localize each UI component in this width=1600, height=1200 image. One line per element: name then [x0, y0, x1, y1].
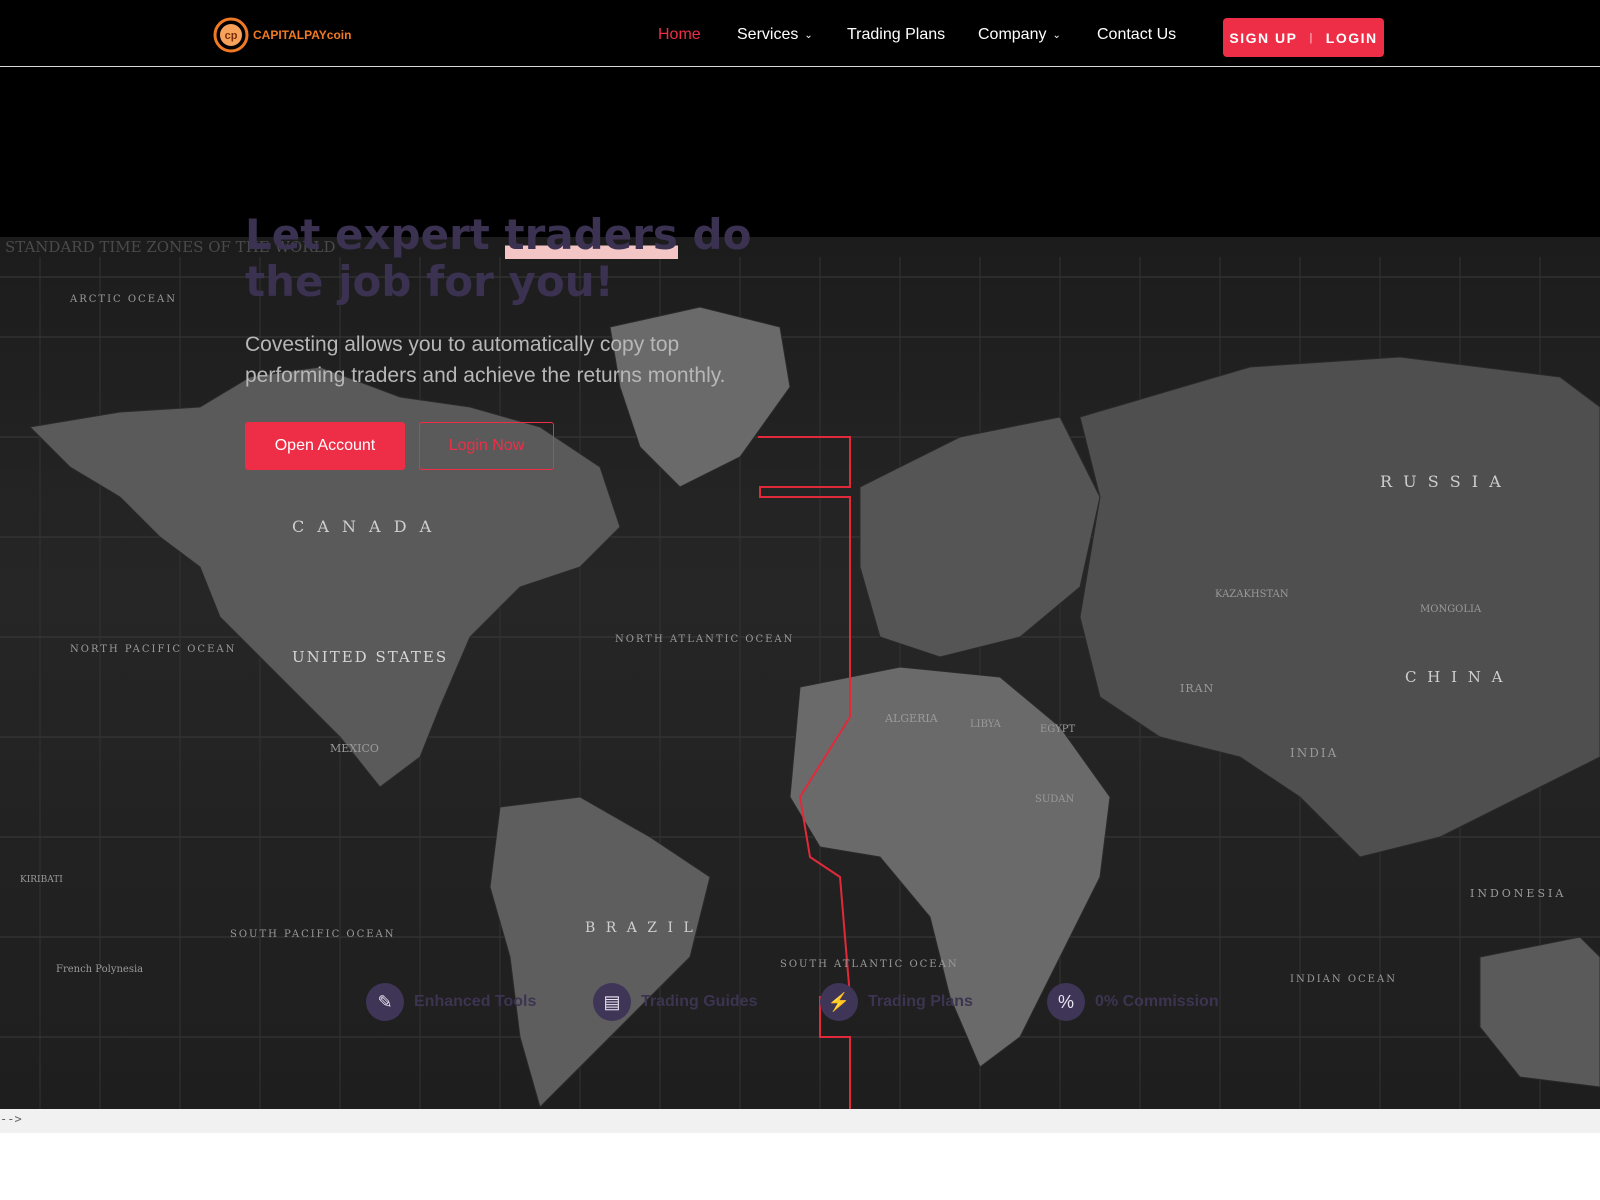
world-map-background: STANDARD TIME ZONES OF THE WORLD ARCTIC … — [0, 237, 1600, 1109]
login-now-button[interactable]: Login Now — [419, 422, 554, 470]
hero-tagline: Learn, Trade and Earn. — [249, 498, 373, 512]
feature-trading-guides: ▤ Trading Guides — [593, 983, 757, 1021]
feature-label: Enhanced Tools — [414, 993, 537, 1010]
map-label-brazil: B R A Z I L — [585, 920, 696, 936]
map-label-mongolia: MONGOLIA — [1420, 604, 1482, 615]
book-icon: ▤ — [593, 983, 631, 1021]
map-label-north-pacific: NORTH PACIFIC OCEAN — [70, 644, 236, 655]
map-label-india: INDIA — [1290, 746, 1338, 760]
hero-section: STANDARD TIME ZONES OF THE WORLD ARCTIC … — [0, 67, 1600, 1109]
map-label-libya: LIBYA — [970, 719, 1002, 730]
nav-company-label: Company — [978, 26, 1047, 43]
map-label-french-polynesia: French Polynesia — [56, 964, 143, 975]
chevron-down-icon: ⌄ — [1052, 30, 1061, 41]
asia-shape — [1079, 356, 1600, 858]
brand-name-part2: coin — [326, 28, 352, 42]
south-america-shape — [489, 796, 711, 1108]
brand-logo[interactable]: cp CAPITALPAYcoin — [213, 17, 351, 53]
headline-highlight: traders — [504, 210, 678, 259]
signup-button[interactable]: SIGN UP — [1229, 30, 1297, 46]
nav-services[interactable]: Services ⌄ — [737, 26, 813, 44]
map-label-indian-ocean: INDIAN OCEAN — [1290, 974, 1397, 985]
map-label-algeria: ALGERIA — [884, 712, 939, 725]
site-header: cp CAPITALPAYcoin Home Services ⌄ Trading… — [0, 0, 1600, 67]
feature-enhanced-tools: ✎ Enhanced Tools — [366, 983, 536, 1021]
chevron-down-icon: ⌄ — [804, 30, 813, 41]
map-label-sudan: SUDAN — [1035, 794, 1075, 805]
australia-shape — [1479, 936, 1600, 1088]
feature-label: Trading Guides — [641, 993, 758, 1010]
footer-strip: --> — [0, 1109, 1600, 1133]
nav-services-label: Services — [737, 26, 799, 43]
tools-icon: ✎ — [366, 983, 404, 1021]
map-label-united-states: UNITED STATES — [292, 648, 448, 666]
auth-separator: | — [1309, 31, 1314, 44]
nav-home[interactable]: Home — [658, 26, 701, 44]
nav-company[interactable]: Company ⌄ — [978, 26, 1061, 44]
hero-subtitle: Covesting allows you to automatically co… — [245, 333, 726, 387]
map-label-indonesia: INDONESIA — [1470, 887, 1566, 900]
brand-logo-icon: cp — [213, 17, 249, 53]
feature-trading-plans: ⚡ Trading Plans — [820, 983, 973, 1021]
europe-shape — [859, 416, 1101, 658]
map-label-north-atlantic: NORTH ATLANTIC OCEAN — [615, 634, 794, 645]
login-button[interactable]: LOGIN — [1326, 30, 1378, 46]
headline-pre: Let expert — [245, 210, 505, 259]
lightning-icon: ⚡ — [820, 983, 858, 1021]
map-label-kazakhstan: KAZAKHSTAN — [1215, 589, 1289, 600]
map-label-south-pacific: SOUTH PACIFIC OCEAN — [230, 929, 396, 940]
map-label-iran: IRAN — [1180, 682, 1214, 695]
map-label-kiribati: KIRIBATI — [20, 875, 63, 885]
brand-name-part1: CAPITALPAY — [253, 28, 327, 42]
brand-name: CAPITALPAYcoin — [253, 28, 351, 42]
hero-headline: Let expert traders do the job for you! — [245, 210, 765, 305]
nav-contact-us[interactable]: Contact Us — [1097, 26, 1176, 44]
map-label-russia: R U S S I A — [1380, 472, 1504, 491]
feature-zero-commission: % 0% Commission — [1047, 983, 1219, 1021]
map-label-south-atlantic: SOUTH ATLANTIC OCEAN — [780, 959, 959, 970]
open-account-button[interactable]: Open Account — [245, 422, 405, 470]
feature-label: 0% Commission — [1095, 993, 1219, 1010]
map-label-egypt: EGYPT — [1040, 724, 1075, 735]
auth-button-group: SIGN UP | LOGIN — [1223, 18, 1384, 57]
feature-label: Trading Plans — [868, 993, 973, 1010]
map-label-china: C H I N A — [1405, 668, 1506, 686]
percent-icon: % — [1047, 983, 1085, 1021]
svg-text:cp: cp — [225, 30, 238, 42]
nav-trading-plans[interactable]: Trading Plans — [847, 26, 945, 44]
map-label-mexico: MEXICO — [330, 742, 379, 755]
map-label-arctic-ocean: ARCTIC OCEAN — [69, 294, 177, 305]
world-map-svg: STANDARD TIME ZONES OF THE WORLD ARCTIC … — [0, 238, 1600, 1109]
map-label-canada: C A N A D A — [292, 517, 435, 536]
stray-comment-text: --> — [0, 1112, 22, 1126]
